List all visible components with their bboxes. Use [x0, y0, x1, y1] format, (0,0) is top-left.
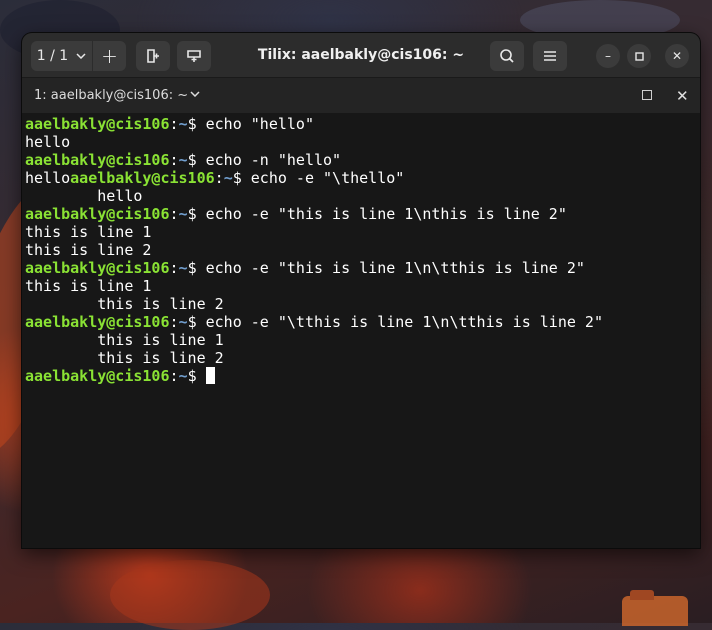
- prompt-separator: :: [169, 115, 179, 133]
- prompt-path: ~: [178, 115, 188, 133]
- menu-button[interactable]: [533, 41, 567, 71]
- session-count: 1 / 1: [36, 48, 69, 64]
- command-text: [197, 367, 206, 385]
- search-button[interactable]: [490, 41, 524, 71]
- command-text: echo -e "\thello": [241, 169, 405, 187]
- prompt-path: ~: [223, 169, 233, 187]
- prompt-path: ~: [178, 367, 188, 385]
- prompt-symbol: $: [187, 151, 197, 169]
- output-text: hello: [25, 169, 71, 187]
- terminal-line: aaelbakly@cis106:~$ echo -e "\tthis is l…: [25, 313, 700, 331]
- output-text: this is line 2: [25, 295, 224, 313]
- maximize-terminal-icon[interactable]: [642, 90, 652, 100]
- terminal-line: this is line 2: [25, 295, 700, 313]
- session-selector[interactable]: 1 / 1: [31, 41, 92, 71]
- split-horizontal-button[interactable]: [136, 41, 170, 71]
- output-text: this is line 1: [25, 277, 152, 295]
- prompt-path: ~: [178, 313, 188, 331]
- terminal-line: aaelbakly@cis106:~$ echo -e "this is lin…: [25, 205, 700, 223]
- terminal-line: aaelbakly@cis106:~$ echo -n "hello": [25, 151, 700, 169]
- terminal-line: this is line 2: [25, 349, 700, 367]
- minimize-icon: –: [605, 49, 611, 63]
- prompt-user: aaelbakly@cis106: [25, 115, 170, 133]
- minimize-button[interactable]: –: [596, 44, 620, 68]
- output-text: hello: [25, 187, 143, 205]
- split-right-icon: [147, 49, 159, 63]
- terminal-line: this is line 1: [25, 331, 700, 349]
- prompt-symbol: $: [187, 259, 197, 277]
- split-down-icon: [187, 50, 201, 62]
- prompt-symbol: $: [187, 313, 197, 331]
- maximize-button[interactable]: [627, 44, 651, 68]
- prompt-separator: :: [169, 367, 179, 385]
- close-terminal-button[interactable]: ✕: [676, 87, 689, 105]
- prompt-separator: :: [214, 169, 224, 187]
- terminal-window: 1 / 1 + Tilix: aaelbakly@cis106: ~ – ✕ 1…: [22, 33, 700, 548]
- prompt-user: aaelbakly@cis106: [25, 151, 170, 169]
- split-vertical-button[interactable]: [177, 41, 211, 71]
- maximize-icon: [634, 51, 644, 61]
- terminal-line: this is line 2: [25, 241, 700, 259]
- close-icon: ✕: [671, 49, 683, 63]
- terminal-line: aaelbakly@cis106:~$: [25, 367, 700, 385]
- command-text: echo -e "\tthis is line 1\n\tthis is lin…: [196, 313, 603, 331]
- chevron-down-icon[interactable]: [190, 91, 200, 97]
- command-text: echo -n "hello": [196, 151, 342, 169]
- command-text: echo -e "this is line 1\n\tthis is line …: [196, 259, 585, 277]
- terminal-line: aaelbakly@cis106:~$ echo -e "this is lin…: [25, 259, 700, 277]
- search-icon: [500, 49, 514, 63]
- prompt-user: aaelbakly@cis106: [25, 205, 170, 223]
- prompt-user: aaelbakly@cis106: [25, 259, 170, 277]
- prompt-path: ~: [178, 205, 188, 223]
- add-session-button[interactable]: +: [93, 41, 126, 71]
- terminal-line: helloaaelbakly@cis106:~$ echo -e "\thell…: [25, 169, 700, 187]
- close-window-button[interactable]: ✕: [665, 44, 689, 68]
- folder-icon[interactable]: [622, 590, 688, 626]
- terminal-output[interactable]: aaelbakly@cis106:~$ echo "hello" hello aae…: [22, 113, 700, 548]
- prompt-user: aaelbakly@cis106: [70, 169, 215, 187]
- prompt-symbol: $: [187, 367, 197, 385]
- chevron-down-icon: [76, 53, 86, 59]
- output-text: this is line 2: [25, 241, 152, 259]
- output-text: this is line 1: [25, 331, 224, 349]
- prompt-separator: :: [169, 259, 179, 277]
- command-text: echo -e "this is line 1\nthis is line 2": [196, 205, 567, 223]
- terminal-line: this is line 1: [25, 277, 700, 295]
- add-session-label: +: [101, 44, 118, 68]
- terminal-line: hello: [25, 187, 700, 205]
- wallpaper-shape: [110, 560, 270, 630]
- output-text: hello: [25, 133, 71, 151]
- terminal-line: aaelbakly@cis106:~$ echo "hello": [25, 115, 700, 133]
- hamburger-icon: [544, 51, 556, 61]
- terminal-line: this is line 1: [25, 223, 700, 241]
- terminal-tab-title[interactable]: 1: aaelbakly@cis106: ~: [34, 78, 188, 114]
- output-text: this is line 1: [25, 223, 152, 241]
- prompt-path: ~: [178, 151, 188, 169]
- terminal-tab-bar: 1: aaelbakly@cis106: ~ ✕: [22, 77, 700, 114]
- prompt-path: ~: [178, 259, 188, 277]
- prompt-separator: :: [169, 151, 179, 169]
- output-text: this is line 2: [25, 349, 224, 367]
- command-text: echo "hello": [196, 115, 314, 133]
- prompt-symbol: $: [187, 115, 197, 133]
- prompt-user: aaelbakly@cis106: [25, 313, 170, 331]
- prompt-symbol: $: [232, 169, 242, 187]
- prompt-symbol: $: [187, 205, 197, 223]
- prompt-separator: :: [169, 313, 179, 331]
- prompt-user: aaelbakly@cis106: [25, 367, 170, 385]
- terminal-line: hello: [25, 133, 700, 151]
- title-bar[interactable]: 1 / 1 + Tilix: aaelbakly@cis106: ~ – ✕: [22, 33, 700, 77]
- text-cursor: [205, 367, 215, 384]
- prompt-separator: :: [169, 205, 179, 223]
